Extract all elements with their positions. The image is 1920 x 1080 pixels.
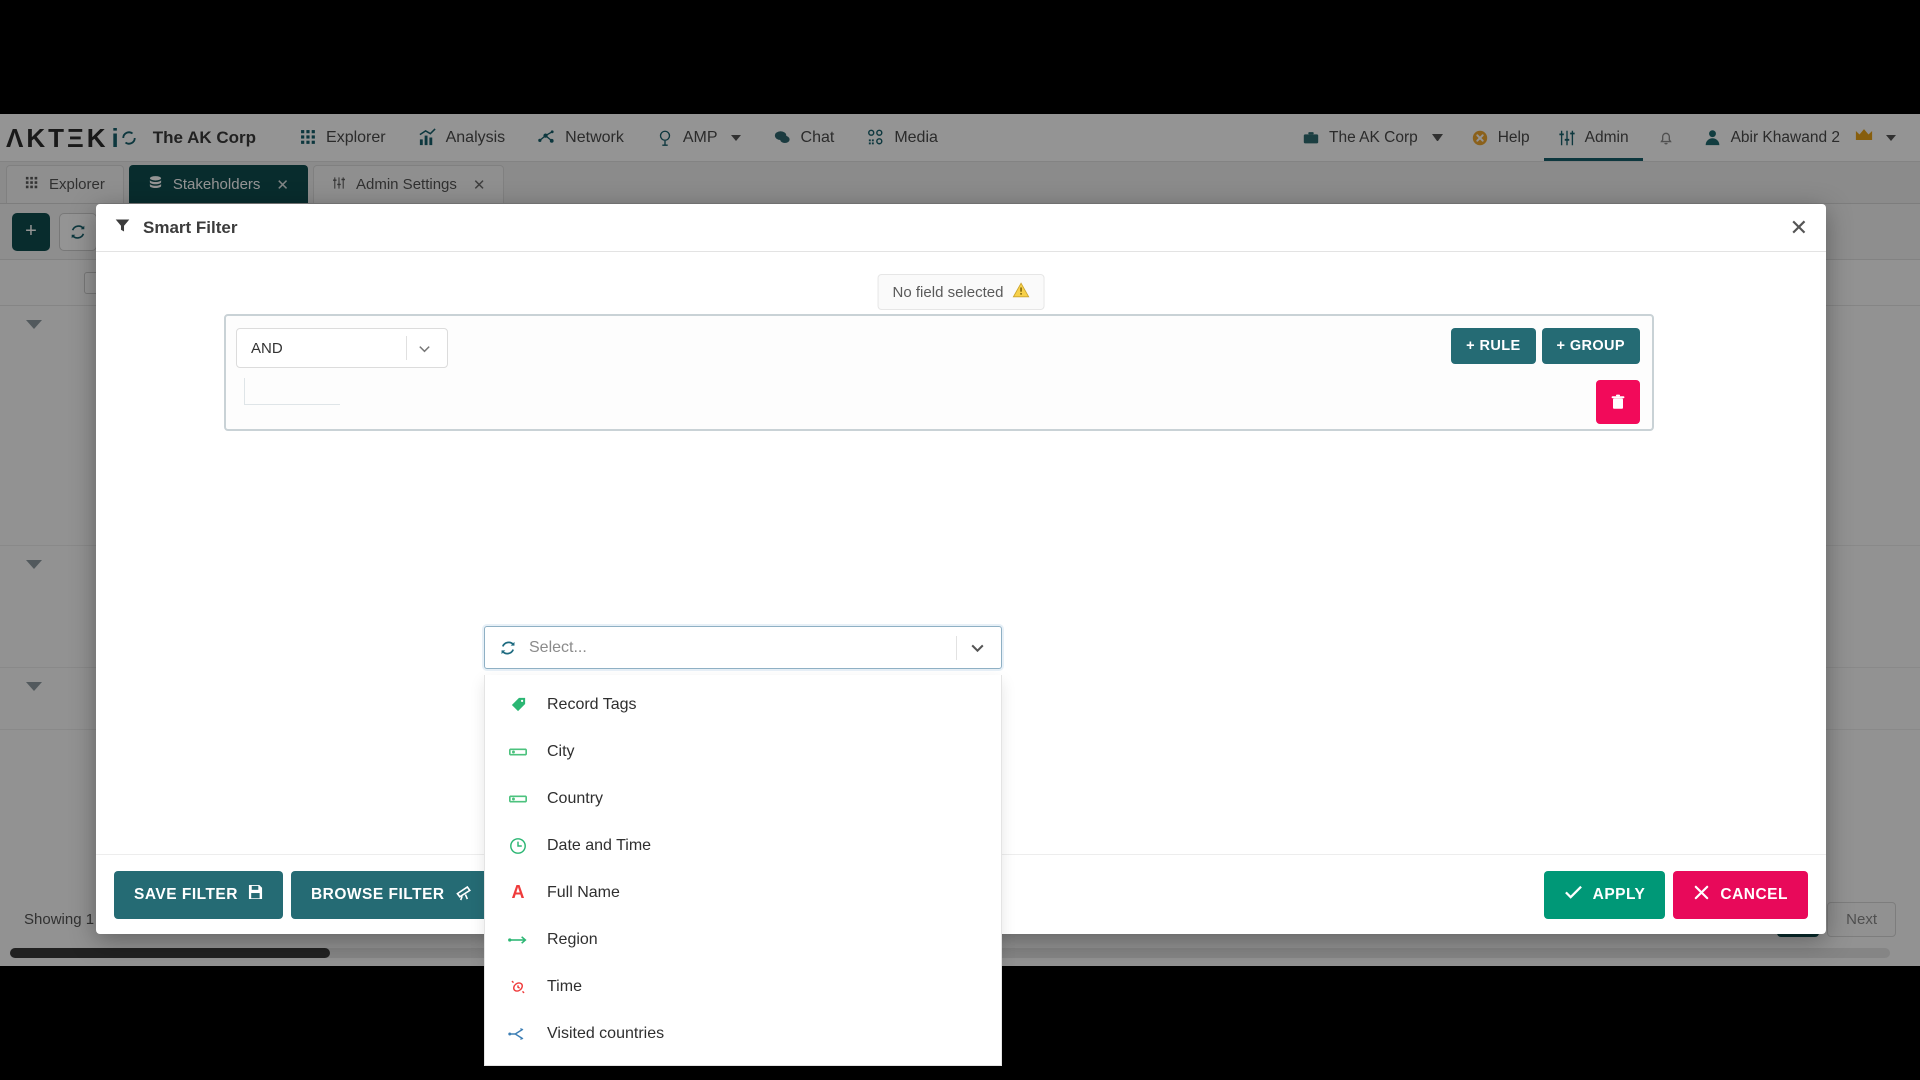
close-icon (1693, 884, 1710, 906)
dialog-header: Smart Filter ✕ (96, 204, 1826, 252)
link-range-icon (507, 745, 529, 759)
add-group-button[interactable]: + GROUP (1541, 328, 1640, 364)
branch-icon (507, 1026, 529, 1042)
no-field-selected-label: No field selected (892, 283, 1004, 301)
apply-label: APPLY (1592, 885, 1646, 903)
warning-triangle-icon (1012, 282, 1030, 302)
group-actions: + RULE + GROUP (1451, 328, 1640, 364)
option-city[interactable]: City (485, 728, 1001, 775)
save-filter-label: SAVE FILTER (134, 885, 238, 903)
option-label: Date and Time (547, 836, 652, 854)
cancel-button[interactable]: CANCEL (1673, 870, 1808, 919)
option-full-name[interactable]: A Full Name (485, 869, 1001, 916)
refresh-icon[interactable] (499, 639, 517, 657)
option-label: Full Name (547, 883, 620, 901)
chevron-down-icon[interactable] (407, 341, 441, 356)
option-region[interactable]: Region (485, 916, 1001, 963)
option-time[interactable]: Time (485, 963, 1001, 1010)
option-country[interactable]: Country (485, 775, 1001, 822)
option-label: Country (547, 789, 604, 807)
dialog-title: Smart Filter (143, 217, 238, 237)
option-date-and-time[interactable]: Date and Time (485, 822, 1001, 869)
clock-icon (507, 837, 529, 855)
link-range-icon (507, 792, 529, 806)
smart-filter-dialog: Smart Filter ✕ No field selected AND + R… (96, 204, 1826, 1066)
connector-line (244, 404, 340, 405)
browse-filter-label: BROWSE FILTER (310, 885, 445, 903)
option-label: Time (547, 977, 582, 995)
footer-right-actions: APPLY CANCEL (1543, 870, 1808, 919)
add-rule-button[interactable]: + RULE (1451, 328, 1536, 364)
cancel-label: CANCEL (1720, 885, 1788, 903)
telescope-icon (455, 884, 474, 906)
option-label: Region (547, 930, 598, 948)
letter-a-icon: A (511, 882, 525, 902)
filter-icon (114, 217, 131, 239)
chevron-down-icon[interactable] (957, 639, 997, 656)
filter-rule-row (244, 378, 1640, 430)
check-icon (1564, 884, 1583, 905)
save-filter-button[interactable]: SAVE FILTER (114, 870, 283, 919)
tag-icon (507, 696, 529, 713)
option-label: Record Tags (547, 695, 637, 713)
filter-group: AND + RULE + GROUP (224, 314, 1654, 431)
footer-left-actions: SAVE FILTER BROWSE FILTER (114, 870, 494, 919)
option-label: Visited countries (547, 1024, 665, 1042)
field-options-dropdown[interactable]: Record Tags City Country Date and Time A… (484, 675, 1002, 1066)
option-label: City (547, 742, 575, 760)
dialog-body: No field selected AND + RULE + GROUP Sel… (96, 252, 1826, 1066)
browse-filter-button[interactable]: BROWSE FILTER (290, 870, 494, 919)
option-visited-countries[interactable]: Visited countries (485, 1010, 1001, 1057)
group-operator-value: AND (251, 339, 283, 357)
save-disk-icon (248, 884, 263, 905)
option-record-tags[interactable]: Record Tags (485, 681, 1001, 728)
close-icon[interactable]: ✕ (1790, 216, 1808, 239)
status-badge: No field selected (877, 274, 1045, 310)
field-search-input[interactable] (529, 638, 909, 657)
apply-button[interactable]: APPLY (1543, 870, 1666, 919)
group-operator-select[interactable]: AND (236, 328, 448, 368)
watch-icon (507, 978, 529, 996)
arrow-line-icon (507, 934, 529, 946)
delete-rule-button[interactable] (1596, 380, 1640, 424)
connector-line (244, 378, 245, 405)
field-select-control[interactable] (484, 626, 1002, 669)
